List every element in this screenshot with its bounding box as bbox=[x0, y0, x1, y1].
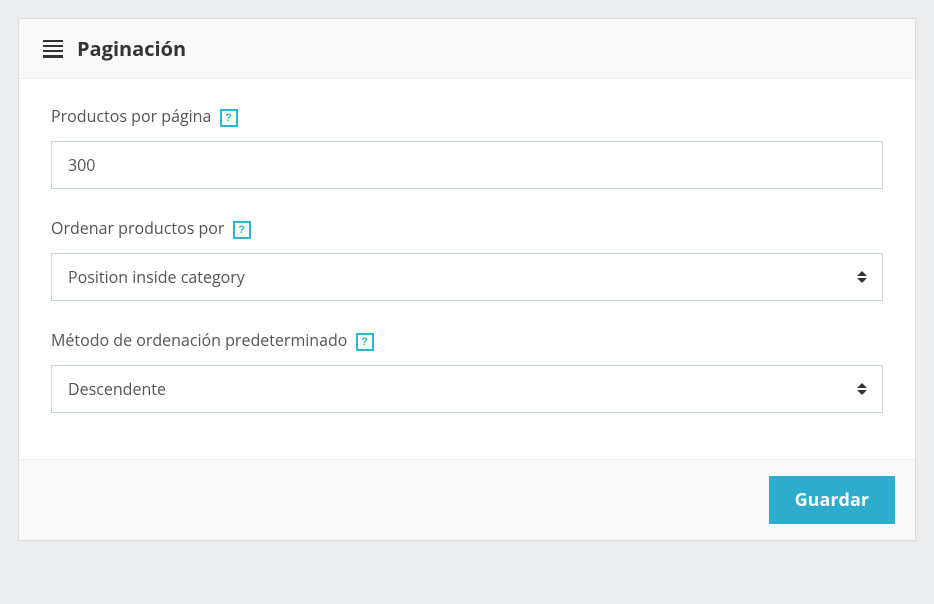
products-per-page-label: Productos por página bbox=[51, 105, 211, 127]
pagination-panel: Paginación Productos por página ? Ordena… bbox=[18, 18, 916, 541]
panel-footer: Guardar bbox=[19, 459, 915, 540]
sort-method-select-wrapper: Descendente bbox=[51, 365, 883, 413]
field-sort-by: Ordenar productos por ? Position inside … bbox=[51, 217, 883, 301]
field-sort-method: Método de ordenación predeterminado ? De… bbox=[51, 329, 883, 413]
field-products-per-page: Productos por página ? bbox=[51, 105, 883, 189]
products-per-page-input[interactable] bbox=[51, 141, 883, 189]
sort-by-label: Ordenar productos por bbox=[51, 217, 224, 239]
sort-method-label: Método de ordenación predeterminado bbox=[51, 329, 347, 351]
sort-by-select[interactable]: Position inside category bbox=[51, 253, 883, 301]
help-icon[interactable]: ? bbox=[220, 109, 238, 127]
help-icon[interactable]: ? bbox=[356, 333, 374, 351]
panel-title: Paginación bbox=[77, 35, 186, 62]
panel-header: Paginación bbox=[19, 19, 915, 79]
menu-icon bbox=[43, 40, 63, 58]
panel-body: Productos por página ? Ordenar productos… bbox=[19, 79, 915, 459]
sort-by-select-wrapper: Position inside category bbox=[51, 253, 883, 301]
save-button[interactable]: Guardar bbox=[769, 476, 895, 524]
help-icon[interactable]: ? bbox=[233, 221, 251, 239]
sort-method-select[interactable]: Descendente bbox=[51, 365, 883, 413]
